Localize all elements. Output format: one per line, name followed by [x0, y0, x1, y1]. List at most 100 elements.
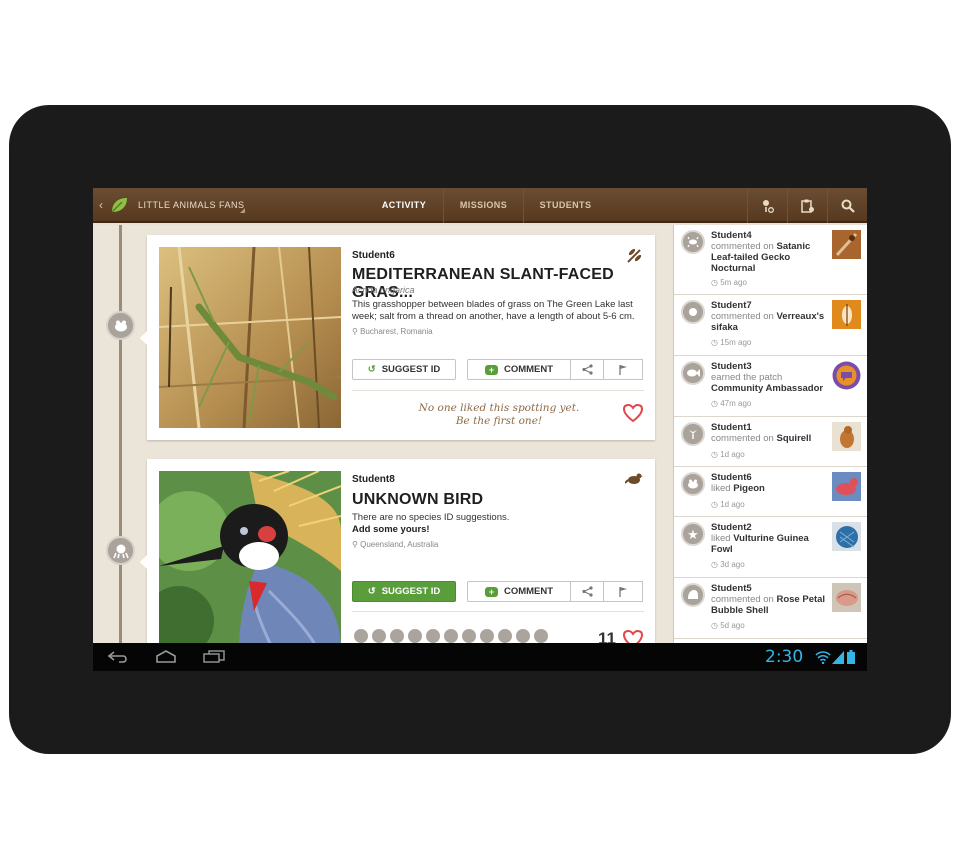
- activity-target[interactable]: Pigeon: [733, 483, 765, 494]
- pigeon-thumbnail[interactable]: [832, 472, 861, 501]
- activity-text: commented on Satanic Leaf-tailed Gecko N…: [711, 241, 829, 274]
- like-heart-icon[interactable]: [623, 404, 643, 422]
- no-likes-line-2: Be the first one!: [455, 415, 543, 427]
- activity-item[interactable]: Student7 commented on Verreaux's sifaka …: [674, 295, 867, 356]
- star-category-icon: ★: [681, 522, 705, 546]
- gecko-category-icon: [681, 230, 705, 254]
- card-divider: [352, 390, 644, 391]
- activity-target[interactable]: Community Ambassador: [711, 383, 823, 394]
- clipboard-icon[interactable]: [787, 188, 827, 223]
- activity-text: earned the patch Community Ambassador: [711, 372, 829, 394]
- activity-item[interactable]: Student1 commented on Squirell ◷ 1d ago: [674, 417, 867, 467]
- activity-time-text: 47m ago: [720, 399, 752, 408]
- comment-button[interactable]: + COMMENT: [467, 581, 571, 602]
- activity-action: commented on: [711, 433, 774, 444]
- tab-activity[interactable]: ACTIVITY: [365, 188, 443, 223]
- share-button[interactable]: [570, 359, 604, 380]
- activity-item[interactable]: Student4 commented on Satanic Leaf-taile…: [674, 225, 867, 295]
- crowned-crane-photo[interactable]: [159, 471, 341, 652]
- card-username[interactable]: Student8: [352, 474, 395, 485]
- flag-button[interactable]: [603, 359, 643, 380]
- flag-icon: [619, 587, 627, 597]
- guinea-fowl-thumbnail[interactable]: [832, 522, 861, 551]
- activity-item[interactable]: ★ Student2 liked Vulturine Guinea Fowl ◷…: [674, 517, 867, 578]
- action-bar: ‹ LITTLE ANIMALS FANS ACTIVITY MISSIONS …: [93, 188, 867, 223]
- suggest-id-icon: ↺: [367, 586, 376, 597]
- fish-category-icon: [681, 361, 705, 385]
- timeline-rail: [119, 225, 122, 645]
- activity-action: commented on: [711, 594, 774, 605]
- recent-activity-sidebar[interactable]: Student4 commented on Satanic Leaf-taile…: [673, 225, 867, 645]
- activity-target[interactable]: Squirell: [776, 433, 811, 444]
- activity-user[interactable]: Student2: [711, 522, 752, 533]
- group-dropdown-caret-icon[interactable]: [240, 208, 245, 213]
- activity-item[interactable]: Student6 liked Pigeon ◷ 1d ago: [674, 467, 867, 517]
- location-pin-icon: ⚲: [352, 327, 361, 336]
- toolbar-icons: [747, 188, 867, 223]
- activity-action: commented on: [711, 311, 774, 322]
- card-title[interactable]: UNKNOWN BIRD: [352, 491, 483, 509]
- sifaka-thumbnail[interactable]: [832, 300, 861, 329]
- activity-action: liked: [711, 483, 731, 494]
- activity-time: ◷ 1d ago: [711, 500, 745, 509]
- card-username[interactable]: Student6: [352, 250, 395, 261]
- dragonfly-icon: [627, 248, 642, 263]
- share-button[interactable]: [570, 581, 604, 602]
- suggest-id-button[interactable]: ↺ SUGGEST ID: [352, 581, 456, 602]
- activity-text: commented on Squirell: [711, 433, 829, 444]
- activity-feed[interactable]: Student6 MEDITERRANEAN SLANT-FACED GRAS.…: [93, 225, 673, 659]
- card-title[interactable]: MEDITERRANEAN SLANT-FACED GRAS...: [352, 266, 655, 302]
- tab-missions[interactable]: MISSIONS: [443, 188, 523, 223]
- activity-time: ◷ 47m ago: [711, 399, 752, 408]
- frog-category-icon: [681, 472, 705, 496]
- activity-item[interactable]: Student3 earned the patch Community Amba…: [674, 356, 867, 417]
- activity-user[interactable]: Student6: [711, 472, 752, 483]
- frog-category-icon: [106, 311, 135, 340]
- activity-user[interactable]: Student1: [711, 422, 752, 433]
- share-icon: [581, 364, 593, 375]
- lemur-category-icon: [681, 300, 705, 324]
- location-text: Bucharest, Romania: [360, 327, 433, 336]
- suggest-id-button[interactable]: ↺ SUGGEST ID: [352, 359, 456, 380]
- card-description: There are no species ID suggestions.: [352, 512, 510, 523]
- activity-time: ◷ 15m ago: [711, 338, 752, 347]
- activity-text: commented on Rose Petal Bubble Shell: [711, 594, 829, 616]
- spotting-card[interactable]: Student6 MEDITERRANEAN SLANT-FACED GRAS.…: [140, 235, 655, 440]
- leaf-logo-icon[interactable]: [109, 195, 129, 215]
- activity-action: earned the patch: [711, 372, 783, 383]
- grasshopper-photo[interactable]: [159, 247, 341, 428]
- search-icon[interactable]: [827, 188, 867, 223]
- spotting-card[interactable]: Student8 UNKNOWN BIRD There are no speci…: [140, 459, 655, 659]
- flag-button[interactable]: [603, 581, 643, 602]
- group-name[interactable]: LITTLE ANIMALS FANS: [138, 200, 245, 210]
- activity-user[interactable]: Student7: [711, 300, 752, 311]
- comment-button[interactable]: + COMMENT: [467, 359, 571, 380]
- recent-apps-icon[interactable]: [203, 650, 225, 663]
- shell-category-icon: [681, 583, 705, 607]
- activity-text: commented on Verreaux's sifaka: [711, 311, 829, 333]
- back-arrow-icon[interactable]: [107, 651, 129, 663]
- squirrel-thumbnail[interactable]: [832, 422, 861, 451]
- activity-time: ◷ 5m ago: [711, 278, 747, 287]
- activity-user[interactable]: Student3: [711, 361, 752, 372]
- suggest-id-label: SUGGEST ID: [381, 586, 441, 597]
- activity-user[interactable]: Student5: [711, 583, 752, 594]
- person-settings-icon[interactable]: [747, 188, 787, 223]
- gecko-thumbnail[interactable]: [832, 230, 861, 259]
- location-text: Queensland, Australia: [360, 540, 439, 549]
- activity-item[interactable]: Student5 commented on Rose Petal Bubble …: [674, 578, 867, 639]
- add-suggestion-prompt[interactable]: Add some yours!: [352, 524, 644, 536]
- flag-icon: [619, 365, 627, 375]
- patch-badge-icon[interactable]: [832, 361, 861, 390]
- back-chevron-icon[interactable]: ‹: [99, 198, 103, 212]
- activity-time-text: 5d ago: [720, 621, 745, 630]
- activity-text: liked Pigeon: [711, 483, 829, 494]
- card-divider: [352, 611, 644, 612]
- bubble-shell-thumbnail[interactable]: [832, 583, 861, 612]
- activity-user[interactable]: Student4: [711, 230, 752, 241]
- comment-icon: +: [484, 364, 498, 375]
- tab-students[interactable]: STUDENTS: [523, 188, 607, 223]
- home-icon[interactable]: [155, 650, 177, 663]
- activity-time: ◷ 3d ago: [711, 560, 745, 569]
- activity-time: ◷ 5d ago: [711, 621, 745, 630]
